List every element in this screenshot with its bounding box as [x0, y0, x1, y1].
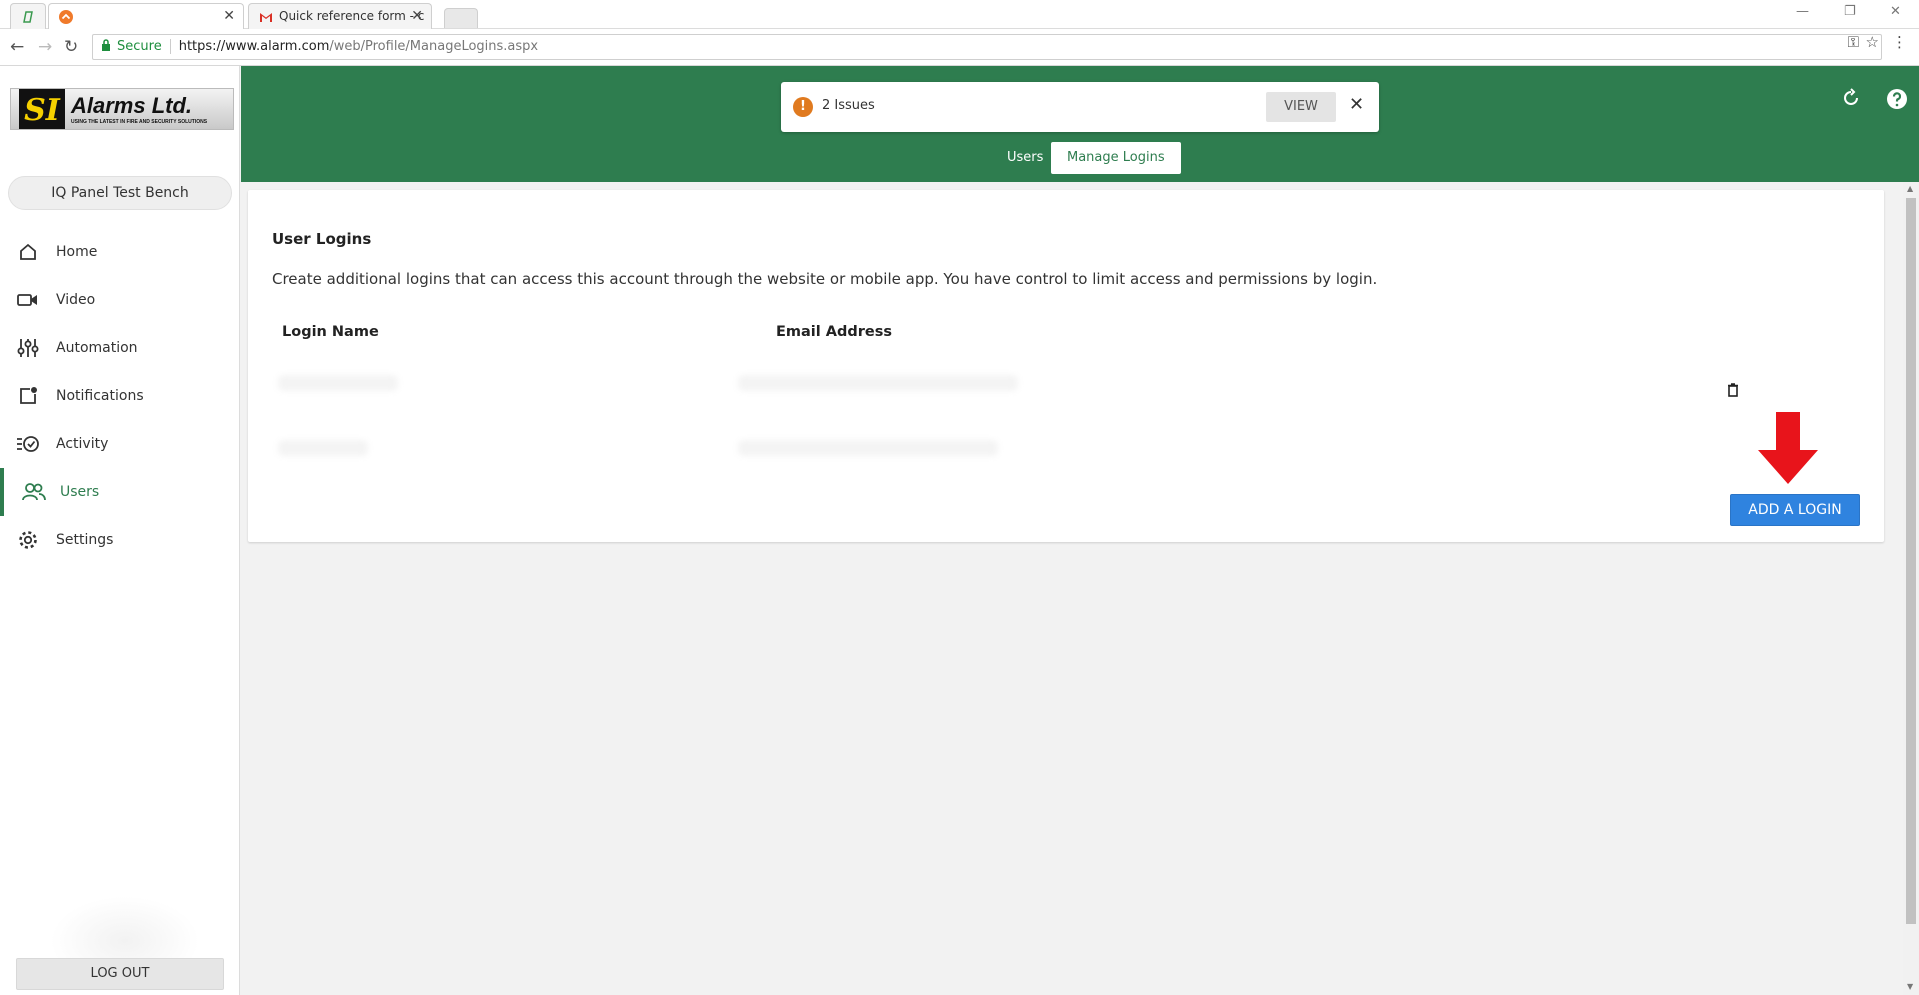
- reload-icon[interactable]: ↻: [64, 37, 78, 57]
- alarm-favicon-icon: [59, 10, 73, 24]
- page-favicon-icon: [23, 11, 33, 23]
- notification-icon: [16, 384, 40, 408]
- gear-icon: [16, 528, 40, 552]
- menu-icon[interactable]: ⋮: [1892, 33, 1907, 51]
- gmail-favicon-icon: [260, 13, 272, 22]
- close-tab-icon[interactable]: ✕: [223, 8, 235, 24]
- key-icon[interactable]: ⚿: [1848, 33, 1859, 51]
- scroll-down-icon[interactable]: ▼: [1907, 982, 1913, 991]
- users-icon: [22, 480, 46, 504]
- sidebar-item-label: Users: [60, 484, 100, 500]
- page-description: Create additional logins that can access…: [272, 270, 1378, 288]
- issues-text: 2 Issues: [822, 98, 875, 113]
- close-window-icon[interactable]: ✕: [1890, 4, 1901, 19]
- sidebar-item-label: Automation: [56, 340, 138, 356]
- sidebar-item-label: Activity: [56, 436, 109, 452]
- tab-users[interactable]: Users: [991, 142, 1059, 174]
- sidebar-item-label: Settings: [56, 532, 114, 548]
- sidebar-item-automation[interactable]: Automation: [0, 324, 240, 372]
- lock-icon: [102, 39, 110, 51]
- company-logo[interactable]: SI Alarms Ltd. USING THE LATEST IN FIRE …: [10, 88, 234, 130]
- tab-label: Quick reference form - c: [279, 9, 425, 23]
- page-scrollbar[interactable]: ▲ ▼: [1903, 182, 1919, 995]
- refresh-icon[interactable]: [1839, 88, 1863, 112]
- column-email-address: Email Address: [776, 324, 893, 340]
- sidebar-item-notifications[interactable]: Notifications: [0, 372, 240, 420]
- tab-manage-logins[interactable]: Manage Logins: [1051, 142, 1181, 174]
- sidebar-item-label: Video: [56, 292, 96, 308]
- forward-icon[interactable]: →: [38, 37, 52, 57]
- red-arrow-annotation-icon: [1758, 412, 1818, 484]
- url-host: https://www.alarm.com: [178, 39, 330, 54]
- sidebar-item-video[interactable]: Video: [0, 276, 240, 324]
- browser-tab-3[interactable]: Quick reference form - c ✕: [248, 3, 432, 29]
- add-login-button[interactable]: ADD A LOGIN: [1730, 494, 1860, 526]
- page-header: ! 2 Issues VIEW ✕ Users Manage Logins: [241, 66, 1919, 182]
- close-tab-icon[interactable]: ✕: [411, 8, 423, 24]
- browser-tab-bar: ✕ Quick reference form - c ✕ — ❐ ✕: [0, 0, 1919, 29]
- table-row-blurred: [278, 375, 398, 391]
- help-icon[interactable]: [1885, 88, 1909, 112]
- activity-icon: [16, 432, 40, 456]
- address-bar: ← → ↻ Secure https://www.alarm.com/web/Pr…: [0, 29, 1919, 66]
- browser-tab-1[interactable]: [10, 3, 46, 29]
- warning-icon: !: [793, 97, 813, 117]
- url-field[interactable]: Secure https://www.alarm.com/web/Profile/…: [92, 34, 1882, 60]
- account-selector[interactable]: IQ Panel Test Bench: [8, 176, 232, 210]
- table-row-blurred: [738, 440, 998, 456]
- sidebar-item-settings[interactable]: Settings: [0, 516, 240, 564]
- delete-login-icon[interactable]: [1727, 383, 1739, 401]
- sidebar-item-label: Home: [56, 244, 98, 260]
- table-row-blurred: [278, 440, 368, 456]
- view-issues-button[interactable]: VIEW: [1266, 92, 1336, 122]
- browser-tab-2[interactable]: ✕: [48, 3, 244, 29]
- restore-icon[interactable]: ❐: [1844, 4, 1856, 19]
- logout-button[interactable]: LOG OUT: [16, 958, 224, 990]
- video-icon: [16, 288, 40, 312]
- sidebar-item-label: Notifications: [56, 388, 144, 404]
- scroll-thumb[interactable]: [1906, 198, 1916, 924]
- logo-mark: SI: [19, 89, 65, 129]
- sidebar-item-activity[interactable]: Activity: [0, 420, 240, 468]
- scroll-up-icon[interactable]: ▲: [1907, 184, 1913, 193]
- minimize-icon[interactable]: —: [1796, 4, 1809, 19]
- new-tab-button[interactable]: [444, 8, 478, 28]
- issues-alert: ! 2 Issues VIEW ✕: [781, 82, 1379, 132]
- column-login-name: Login Name: [282, 324, 379, 340]
- star-icon[interactable]: ☆: [1866, 33, 1879, 51]
- home-icon: [16, 240, 40, 264]
- page-title: User Logins: [272, 230, 372, 248]
- secure-label: Secure: [117, 39, 162, 54]
- sidebar: SI Alarms Ltd. USING THE LATEST IN FIRE …: [0, 66, 240, 995]
- sidebar-item-users[interactable]: Users: [0, 468, 240, 516]
- table-row-blurred: [738, 375, 1018, 391]
- sliders-icon: [16, 336, 40, 360]
- sidebar-item-home[interactable]: Home: [0, 228, 240, 276]
- back-icon[interactable]: ←: [10, 37, 24, 57]
- url-path: /web/Profile/ManageLogins.aspx: [329, 39, 539, 54]
- logo-tagline: USING THE LATEST IN FIRE AND SECURITY SO…: [71, 119, 208, 125]
- close-alert-icon[interactable]: ✕: [1349, 94, 1364, 115]
- main-nav: Home Video Automation Notifications Acti…: [0, 228, 240, 564]
- user-logins-card: User Logins Create additional logins tha…: [248, 190, 1884, 542]
- logo-name: Alarms Ltd.: [71, 93, 193, 118]
